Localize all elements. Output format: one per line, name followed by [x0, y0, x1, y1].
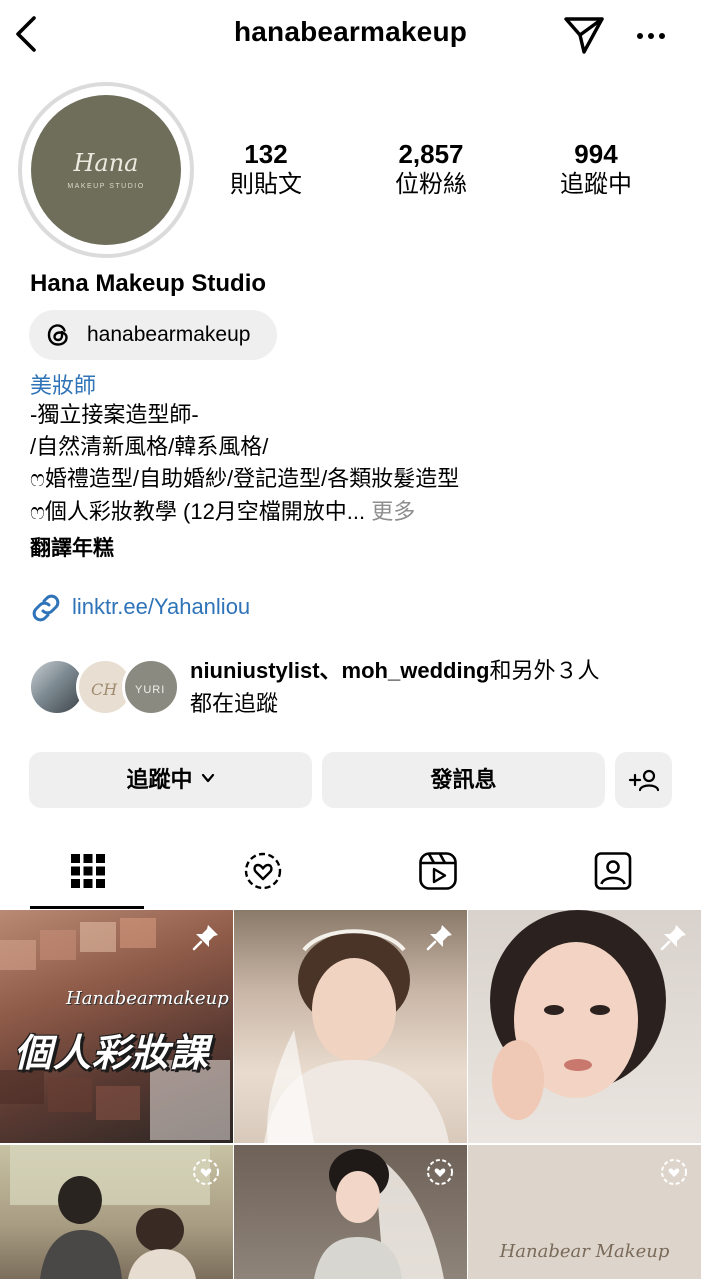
tagged-user-icon: [594, 852, 632, 890]
top-navigation-bar: hanabearmakeup: [0, 0, 701, 72]
mutual-followers-line2: 都在追蹤: [190, 691, 279, 716]
tab-grid[interactable]: [0, 832, 175, 910]
post-thumbnail-5[interactable]: [234, 1145, 467, 1279]
stat-followers-label: 位粉絲: [395, 171, 467, 198]
bio-line-4-container: ෆ個人彩妝教學 (12月空檔開放中... 更多: [30, 497, 415, 527]
mutual-followers-suffix: 和另外３人: [489, 658, 600, 683]
stat-posts[interactable]: 132 則貼文: [196, 138, 336, 200]
post-1-script-text: Hanabearmakeup: [66, 988, 229, 1009]
more-options-button[interactable]: [632, 18, 672, 54]
pin-icon: [192, 925, 218, 951]
ellipsis-icon: [637, 33, 665, 39]
threads-handle: hanabearmakeup: [87, 323, 251, 346]
svg-text:CH: CH: [91, 680, 118, 699]
stat-posts-label: 則貼文: [230, 171, 302, 198]
bio-line-2: /自然清新風格/韓系風格/: [30, 434, 269, 459]
profile-category[interactable]: 美妝師: [30, 368, 96, 400]
following-button-label: 追蹤中: [126, 767, 193, 792]
avatar-image: Hana MAKEUP STUDIO: [31, 95, 181, 245]
mutual-followers-names: niuniustylist、moh_wedding: [190, 658, 490, 683]
post-thumbnail-2[interactable]: [234, 910, 467, 1143]
threads-badge-button[interactable]: hanabearmakeup: [29, 310, 277, 360]
link-icon: [32, 594, 60, 622]
stat-followers[interactable]: 2,857 位粉絲: [361, 138, 501, 200]
post-thumbnail-1[interactable]: Hanabearmakeup 個人彩妝課: [0, 910, 233, 1143]
mutual-followers-text: niuniustylist、moh_wedding和另外３人 都在追蹤: [190, 654, 599, 720]
add-user-icon: [628, 769, 660, 792]
reel-icon: [193, 1159, 219, 1185]
avatar-logo-text: Hana: [73, 149, 139, 177]
profile-link-text: linktr.ee/Yahanliou: [72, 594, 251, 619]
tab-highlights[interactable]: [175, 832, 350, 910]
post-thumbnail-6[interactable]: Hanabear Makeup: [468, 1145, 701, 1279]
bio-more-link[interactable]: 更多: [371, 499, 415, 524]
mutual-followers[interactable]: CH YURI niuniustylist、moh_wedding和另外３人 都…: [28, 654, 688, 720]
posts-grid: Hanabearmakeup 個人彩妝課 Hanabear Makeup: [0, 910, 701, 1279]
stat-following-count: 994: [574, 139, 618, 169]
reel-icon: [661, 1159, 687, 1185]
threads-icon: [47, 324, 68, 346]
chevron-down-icon: [201, 774, 214, 783]
stat-posts-count: 132: [244, 139, 288, 169]
post-6-script-text: Hanabear Makeup: [499, 1241, 670, 1262]
tab-tagged[interactable]: [525, 832, 700, 910]
grid-icon: [71, 854, 105, 888]
bio-line-3: ෆ婚禮造型/自助婚紗/登記造型/各類妝髮造型: [30, 466, 460, 491]
tab-reels[interactable]: [350, 832, 525, 910]
post-thumbnail-3[interactable]: [468, 910, 701, 1143]
profile-avatar[interactable]: Hana MAKEUP STUDIO: [18, 82, 194, 258]
active-tab-indicator: [30, 906, 144, 909]
suggested-users-button[interactable]: [615, 752, 672, 808]
reels-icon: [419, 852, 457, 890]
bio-line-4: ෆ個人彩妝教學 (12月空檔開放中...: [30, 499, 366, 524]
message-button[interactable]: 發訊息: [322, 752, 605, 808]
mutual-follower-avatar: YURI: [122, 658, 180, 716]
send-message-button[interactable]: [562, 14, 606, 56]
heart-circle-icon: [244, 852, 282, 890]
stat-followers-count: 2,857: [398, 139, 464, 169]
post-1-title: 個人彩妝課: [14, 1033, 210, 1075]
avatar-logo-subtext: MAKEUP STUDIO: [67, 183, 145, 190]
following-button[interactable]: 追蹤中: [29, 752, 312, 808]
stat-following-label: 追蹤中: [560, 171, 632, 198]
logo-mark-icon: YURI: [135, 684, 165, 696]
message-button-label: 發訊息: [430, 767, 497, 792]
profile-tabs: [0, 832, 701, 910]
pin-icon: [426, 925, 452, 951]
post-thumbnail-4[interactable]: [0, 1145, 233, 1279]
bio-line-1: -獨立接案造型師-: [30, 402, 199, 427]
translate-bio-link[interactable]: 翻譯年糕: [30, 532, 114, 562]
paper-plane-icon: [564, 17, 604, 54]
pin-icon: [660, 925, 686, 951]
stat-following[interactable]: 994 追蹤中: [526, 138, 666, 200]
reel-icon: [427, 1159, 453, 1185]
display-name: Hana Makeup Studio: [30, 270, 267, 297]
svg-text:YURI: YURI: [135, 684, 165, 696]
